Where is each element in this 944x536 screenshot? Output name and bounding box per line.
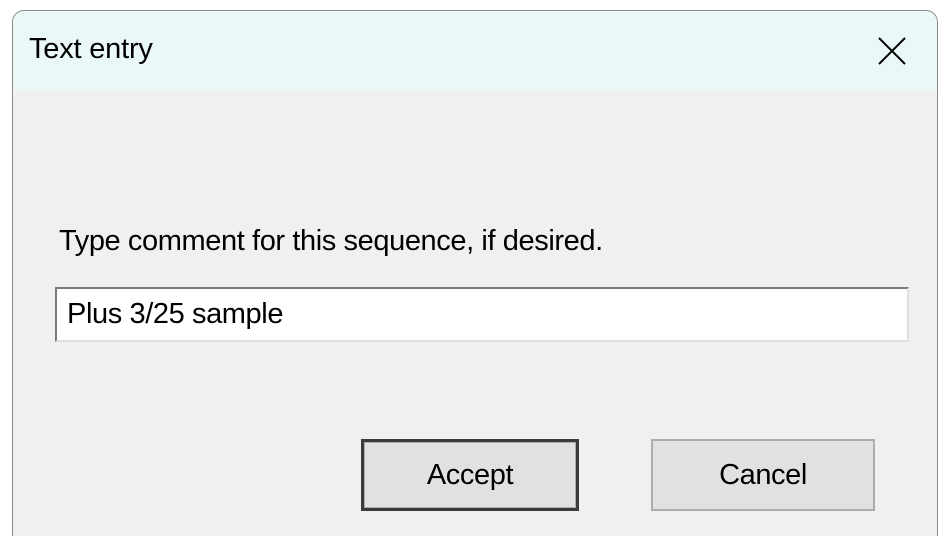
text-entry-dialog: Text entry Type comment for this sequenc… — [12, 10, 938, 536]
window-title: Text entry — [29, 33, 153, 65]
close-button[interactable] — [845, 11, 937, 91]
close-icon — [878, 37, 906, 65]
cancel-button[interactable]: Cancel — [651, 439, 875, 511]
prompt-label: Type comment for this sequence, if desir… — [59, 225, 603, 257]
accept-button[interactable]: Accept — [361, 439, 579, 511]
comment-input[interactable] — [55, 287, 909, 342]
title-bar: Text entry — [13, 11, 937, 91]
